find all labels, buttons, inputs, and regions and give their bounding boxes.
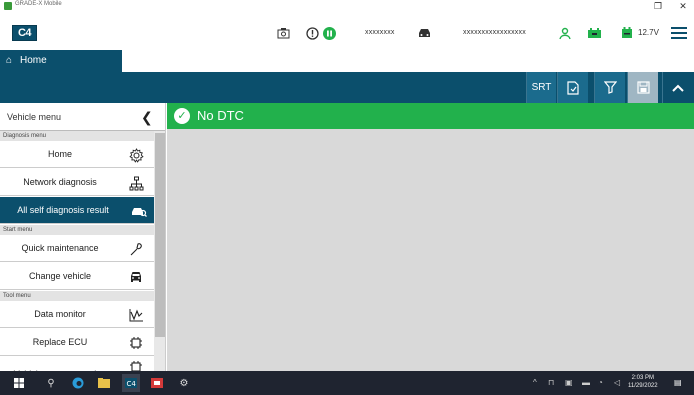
app-logo: C4 (12, 25, 37, 41)
collapse-up-icon[interactable] (662, 72, 693, 103)
tray-battery-icon[interactable]: ▬ (582, 378, 590, 387)
sidebar-item-label: Vehicle reprogramming (0, 361, 120, 371)
search-icon[interactable]: ⚲ (44, 376, 58, 390)
car-search-icon (131, 203, 147, 219)
c4-app-taskbar-icon[interactable]: C4 (122, 374, 140, 392)
tray-network-icon[interactable]: ▣ (565, 378, 573, 387)
save-icon[interactable] (627, 72, 658, 103)
sidebar-header: Vehicle menu ❮ (0, 103, 165, 131)
check-circle-icon: ✓ (174, 108, 190, 124)
close-button[interactable]: ✕ (675, 0, 691, 13)
home-icon: ⌂ (6, 55, 13, 66)
app-icon (4, 2, 12, 10)
chevron-left-icon[interactable]: ❮ (141, 103, 153, 131)
tray-wifi-icon[interactable]: ◔ (598, 378, 603, 387)
sidebar-item-label: Data monitor (34, 309, 86, 319)
sidebar-item-label: Quick maintenance (21, 243, 99, 253)
sidebar-item-label: Replace ECU (32, 337, 88, 347)
tray-volume-icon[interactable]: ◁ (614, 378, 620, 387)
section-tool-menu: Tool menu (0, 291, 154, 301)
chip-icon (128, 335, 144, 351)
results-panel (167, 129, 694, 371)
clock-time: 2:03 PM (631, 375, 654, 381)
voltage-readout: 12.7V (638, 28, 659, 37)
section-diagnosis-menu: Diagnosis menu (0, 131, 154, 141)
network-icon (128, 175, 144, 191)
red-app-icon[interactable] (150, 376, 164, 390)
tray-expand-icon[interactable]: ^ (533, 378, 537, 387)
file-explorer-icon[interactable] (97, 376, 111, 390)
sidebar-item-quick-maintenance[interactable]: Quick maintenance (0, 235, 154, 262)
calendar-battery-icon (620, 26, 634, 40)
car-icon (416, 26, 432, 40)
edge-browser-icon[interactable] (71, 376, 85, 390)
document-icon[interactable] (557, 72, 588, 103)
chip-icon (128, 359, 144, 371)
masked-vin: xxxxxxxxxxxxxxxxx (463, 29, 526, 36)
toolbar: SRT (0, 72, 694, 103)
taskbar-clock[interactable]: 2:03 PM 11/29/2022 (628, 374, 658, 390)
clock-date: 11/29/2022 (628, 383, 658, 389)
sidebar-item-network-diagnosis[interactable]: Network diagnosis (0, 169, 154, 196)
restore-button[interactable]: ❐ (650, 0, 666, 13)
dtc-status-text: No DTC (197, 108, 244, 123)
svg-text:C4: C4 (127, 380, 137, 388)
window-titlebar: GRADE-X Mobile ❐ ✕ (0, 0, 694, 13)
os-taskbar: ⚲ C4 ⚙ ^ ⊓ ▣ ▬ ◔ ◁ 2:03 PM 11/29/2022 ▤ (0, 371, 694, 395)
dtc-status-bar: ✓ No DTC (167, 103, 694, 129)
notification-icon[interactable]: ▤ (674, 378, 682, 387)
car-front-icon (128, 269, 144, 285)
alert-icon[interactable] (305, 26, 319, 40)
tab-bar: ⌂ Home (0, 50, 694, 72)
gear-icon (128, 147, 144, 163)
tool-app-icon[interactable]: ⚙ (177, 376, 191, 390)
tray-usb-icon[interactable]: ⊓ (548, 378, 554, 387)
monitor-graph-icon (128, 307, 144, 323)
scrollbar-thumb[interactable] (155, 133, 165, 337)
sidebar-item-label: All self diagnosis result (17, 205, 109, 215)
vehicle-menu-sidebar: Vehicle menu ❮ Diagnosis menu Home Netwo… (0, 103, 166, 371)
person-wave-icon (557, 26, 572, 40)
sidebar-item-change-vehicle[interactable]: Change vehicle (0, 263, 154, 290)
wrench-icon (128, 241, 144, 257)
sidebar-item-vehicle-reprogramming[interactable]: Vehicle reprogramming (0, 357, 154, 371)
app-header: C4 xxxxxxxx xxxxxxxxxxxxxxxxx 12.7V (0, 13, 694, 50)
section-start-menu: Start menu (0, 225, 154, 235)
sidebar-item-home[interactable]: Home (0, 141, 154, 168)
sidebar-item-data-monitor[interactable]: Data monitor (0, 301, 154, 328)
sidebar-item-label: Home (47, 149, 72, 159)
sidebar-scrollbar[interactable] (154, 131, 165, 371)
menu-icon[interactable] (671, 27, 687, 39)
filter-icon[interactable] (594, 72, 625, 103)
windows-start-icon[interactable] (12, 376, 26, 390)
masked-vehicle-id: xxxxxxxx (365, 29, 395, 36)
srt-button[interactable]: SRT (526, 72, 556, 103)
window-title: GRADE-X Mobile (15, 1, 62, 7)
pause-icon[interactable] (322, 26, 336, 40)
camera-icon[interactable] (276, 26, 290, 40)
tab-home[interactable]: ⌂ Home (0, 50, 122, 72)
sidebar-item-replace-ecu[interactable]: Replace ECU (0, 329, 154, 356)
sidebar-item-all-self-diagnosis-result[interactable]: All self diagnosis result (0, 197, 154, 224)
tab-home-label: Home (20, 55, 47, 66)
battery-icon (586, 26, 602, 40)
sidebar-title: Vehicle menu (7, 112, 62, 122)
sidebar-item-label: Change vehicle (28, 271, 92, 281)
sidebar-item-label: Network diagnosis (23, 177, 97, 187)
